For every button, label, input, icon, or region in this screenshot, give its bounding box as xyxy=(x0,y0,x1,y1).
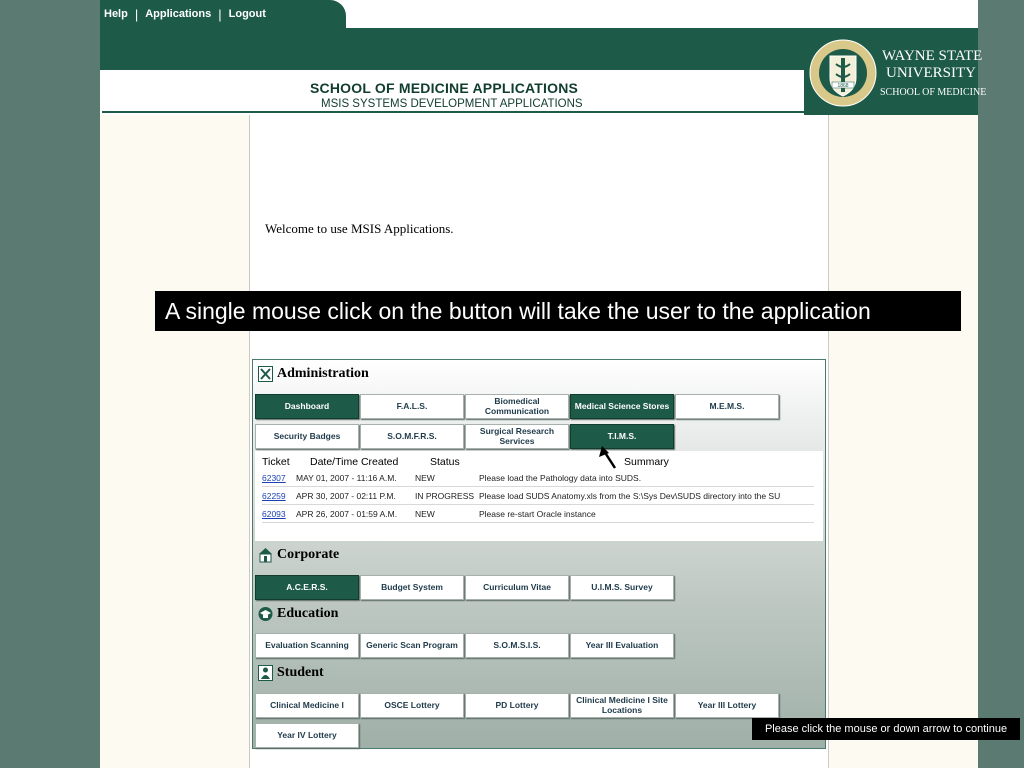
logout-link[interactable]: Logout xyxy=(229,8,266,20)
app-button-dashboard[interactable]: Dashboard xyxy=(255,394,359,419)
continue-hint: Please click the mouse or down arrow to … xyxy=(752,718,1020,740)
help-link[interactable]: Help xyxy=(104,8,128,20)
table-row: 62307 MAY 01, 2007 - 11:16 A.M. NEW Plea… xyxy=(262,470,814,487)
ticket-header-date: Date/Time Created xyxy=(310,456,399,468)
section-education: Education xyxy=(258,606,338,622)
app-button-acers[interactable]: A.C.E.R.S. xyxy=(255,575,359,600)
nav-separator: | xyxy=(218,6,222,22)
app-button-year-iii-lottery[interactable]: Year III Lottery xyxy=(675,693,779,718)
table-row: 62093 APR 26, 2007 - 01:59 A.M. NEW Plea… xyxy=(262,506,814,523)
app-button-uims-survey[interactable]: U.I.M.S. Survey xyxy=(570,575,674,600)
app-button-clinical-medicine-i[interactable]: Clinical Medicine I xyxy=(255,693,359,718)
section-title-administration: Administration xyxy=(277,366,369,381)
app-button-osce-lottery[interactable]: OSCE Lottery xyxy=(360,693,464,718)
section-title-student: Student xyxy=(277,665,324,680)
ticket-summary: Please load SUDS Anatomy.xls from the S:… xyxy=(479,491,781,501)
app-button-generic-scan-program[interactable]: Generic Scan Program xyxy=(360,633,464,658)
university-seal-icon: 1868 xyxy=(809,39,877,107)
right-column xyxy=(828,115,978,768)
app-button-evaluation-scanning[interactable]: Evaluation Scanning xyxy=(255,633,359,658)
app-button-somfrs[interactable]: S.O.M.F.R.S. xyxy=(360,424,464,449)
ticket-link[interactable]: 62307 xyxy=(262,473,286,483)
corporate-icon xyxy=(259,548,272,563)
left-column xyxy=(100,115,250,768)
section-title-corporate: Corporate xyxy=(277,547,340,562)
logo-wayne-state: WAYNE STATE xyxy=(882,48,983,64)
app-button-somsis[interactable]: S.O.M.S.I.S. xyxy=(465,633,569,658)
welcome-text: Welcome to use MSIS Applications. xyxy=(265,221,454,236)
applications-link[interactable]: Applications xyxy=(145,8,211,20)
app-button-year-iv-lottery[interactable]: Year IV Lottery xyxy=(255,723,359,748)
app-button-year-iii-evaluation[interactable]: Year III Evaluation xyxy=(570,633,674,658)
ticket-header-ticket: Ticket xyxy=(262,456,290,468)
page-subtitle: MSIS SYSTEMS DEVELOPMENT APPLICATIONS xyxy=(321,98,583,110)
seal-year: 1868 xyxy=(837,83,848,89)
instruction-banner: A single mouse click on the button will … xyxy=(155,291,961,331)
section-administration: Administration xyxy=(258,366,369,382)
section-corporate: Corporate xyxy=(258,547,339,563)
ticket-summary: Please re-start Oracle instance xyxy=(479,509,596,519)
ticket-date: APR 30, 2007 - 02:11 P.M. xyxy=(296,491,396,501)
administration-icon xyxy=(258,366,273,382)
ticket-status: NEW xyxy=(415,509,435,519)
app-button-mems[interactable]: M.E.M.S. xyxy=(675,394,779,419)
logo-university: UNIVERSITY xyxy=(886,65,976,81)
app-button-budget-system[interactable]: Budget System xyxy=(360,575,464,600)
app-button-biomedical-communication[interactable]: Biomedical Communication xyxy=(465,394,569,419)
ticket-link[interactable]: 62259 xyxy=(262,491,286,501)
student-icon xyxy=(258,665,273,681)
page-title: SCHOOL OF MEDICINE APPLICATIONS xyxy=(310,80,579,96)
app-button-surgical-research-services[interactable]: Surgical Research Services xyxy=(465,424,569,449)
ticket-status: NEW xyxy=(415,473,435,483)
ticket-summary: Please load the Pathology data into SUDS… xyxy=(479,473,642,483)
ticket-header-status: Status xyxy=(430,456,460,468)
app-button-tims[interactable]: T.I.M.S. xyxy=(570,424,674,449)
app-button-fals[interactable]: F.A.L.S. xyxy=(360,394,464,419)
app-button-security-badges[interactable]: Security Badges xyxy=(255,424,359,449)
nav-separator: | xyxy=(134,6,139,22)
applications-panel: Administration Dashboard F.A.L.S. Biomed… xyxy=(252,359,826,749)
top-nav: Help | Applications | Logout xyxy=(100,0,346,28)
app-button-pd-lottery[interactable]: PD Lottery xyxy=(465,693,569,718)
ticket-date: MAY 01, 2007 - 11:16 A.M. xyxy=(296,473,397,483)
logo-school-of-medicine: SCHOOL OF MEDICINE xyxy=(880,87,987,98)
table-row: 62259 APR 30, 2007 - 02:11 P.M. IN PROGR… xyxy=(262,488,814,505)
ticket-link[interactable]: 62093 xyxy=(262,509,286,519)
ticket-date: APR 26, 2007 - 01:59 A.M. xyxy=(296,509,398,519)
ticket-header-summary: Summary xyxy=(624,456,669,468)
app-button-medical-science-stores[interactable]: Medical Science Stores xyxy=(570,394,674,419)
section-title-education: Education xyxy=(277,606,339,621)
app-button-clinical-medicine-i-site-locations[interactable]: Clinical Medicine I Site Locations xyxy=(570,693,674,718)
section-student: Student xyxy=(258,665,324,681)
app-button-curriculum-vitae[interactable]: Curriculum Vitae xyxy=(465,575,569,600)
ticket-status: IN PROGRESS xyxy=(415,491,475,501)
education-icon xyxy=(258,607,273,621)
